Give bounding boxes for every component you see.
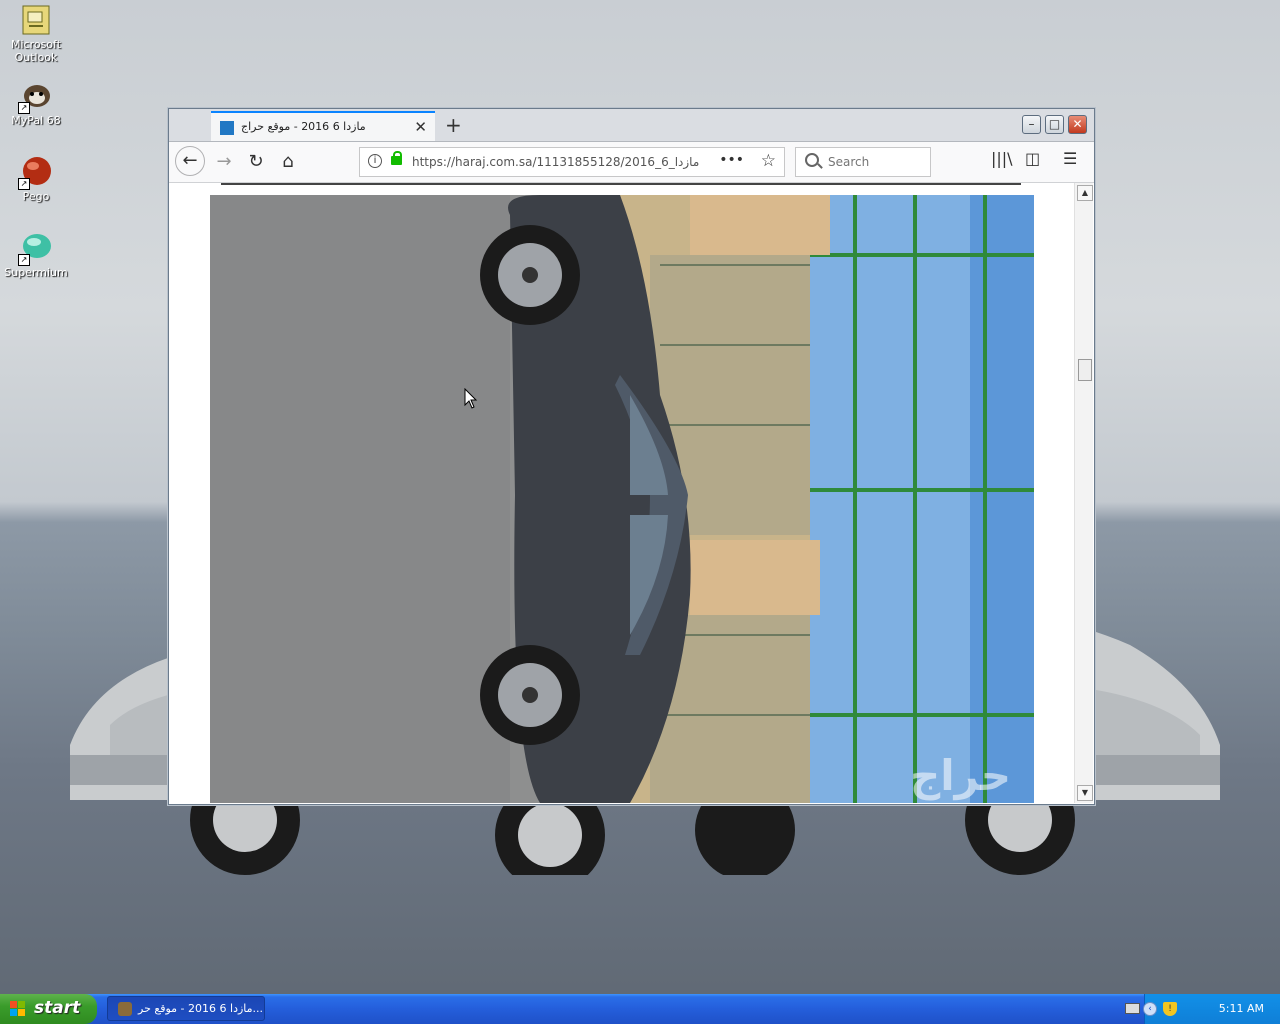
scroll-down-arrow-icon[interactable]: ▼ [1077,785,1093,801]
menu-icon[interactable]: ☰ [1063,149,1077,168]
desktop-icon-label: Microsoft Outlook [10,38,62,64]
desktop-icon-outlook[interactable]: Microsoft Outlook [0,4,72,64]
tab-title: مازدا 6 2016 - موقع حراج [241,120,366,133]
mouse-cursor-icon [464,388,478,409]
bookmark-star-icon[interactable]: ☆ [761,151,776,171]
supermium-icon: ↗ [18,232,52,266]
vertical-scrollbar[interactable]: ▲ ▼ [1074,183,1093,803]
taskbar-window-item[interactable]: مازدا 6 2016 - موقع حر... [107,996,265,1021]
search-input[interactable] [826,154,930,170]
desktop-icon-pego[interactable]: ↗ Pego [0,156,72,203]
show-hidden-icons-chevron-icon[interactable]: ‹ [1143,1002,1157,1016]
tab-active[interactable]: مازدا 6 2016 - موقع حراج ✕ [211,111,435,141]
browser-window: مازدا 6 2016 - موقع حراج ✕ + – □ ✕ ← → ↻… [168,108,1095,805]
desktop-icon-label: MyPal 68 [11,114,61,127]
page-content: حراج [169,183,1079,803]
new-tab-button[interactable]: + [445,113,462,137]
desktop-icon-label: Pego [22,190,50,203]
start-label: start [34,998,81,1018]
maximize-button[interactable]: □ [1045,115,1064,134]
reload-button[interactable]: ↻ [241,147,271,177]
windows-flag-icon [10,1001,25,1016]
photo-watermark: حراج [910,751,1011,801]
library-icon[interactable]: |||\ [991,149,1013,168]
url-bar[interactable]: i https://haraj.com.sa/11131855128/2016_… [359,147,785,177]
search-box[interactable] [795,147,931,177]
forward-button[interactable]: → [209,147,239,177]
sidebar-icon[interactable]: ◫ [1025,149,1040,168]
shortcut-arrow-icon: ↗ [18,178,30,190]
scroll-thumb[interactable] [1078,359,1092,381]
desktop-icon-label: Supermium [4,266,68,279]
back-button[interactable]: ← [175,146,205,176]
mypal-icon: ↗ [18,80,52,114]
outlook-icon [20,4,52,36]
url-text[interactable]: https://haraj.com.sa/11131855128/2016_6_… [412,155,699,169]
pego-icon: ↗ [18,156,52,190]
taskbar-window-label: مازدا 6 2016 - موقع حر... [138,1002,264,1015]
clock[interactable]: 5:11 AM [1219,1002,1264,1015]
tab-close-icon[interactable]: ✕ [414,118,427,136]
shortcut-arrow-icon: ↗ [18,254,30,266]
haraj-favicon-icon [220,121,234,135]
site-info-icon[interactable]: i [368,154,382,168]
keyboard-icon[interactable] [1125,1003,1140,1014]
nav-toolbar: ← → ↻ ⌂ i https://haraj.com.sa/111318551… [169,142,1094,183]
ad-photo[interactable]: حراج [210,195,1034,803]
secure-lock-icon [391,151,402,165]
page-actions-icon[interactable]: ••• [719,152,744,168]
start-button[interactable]: start [0,994,97,1024]
taskbar: start مازدا 6 2016 - موقع حر... ‹ ! 5:11… [0,994,1280,1024]
minimize-button[interactable]: – [1022,115,1041,134]
image-top-border [221,183,1021,185]
desktop-icon-supermium[interactable]: ↗ Supermium [0,232,72,279]
search-icon [805,153,819,167]
security-shield-icon[interactable]: ! [1163,1002,1177,1016]
scroll-up-arrow-icon[interactable]: ▲ [1077,185,1093,201]
desktop-icon-mypal[interactable]: ↗ MyPal 68 [0,80,72,127]
close-window-button[interactable]: ✕ [1068,115,1087,134]
shortcut-arrow-icon: ↗ [18,102,30,114]
mypal-icon [118,1002,132,1016]
system-tray: ‹ ! 5:11 AM [1125,994,1280,1024]
home-button[interactable]: ⌂ [273,147,303,177]
tab-bar: مازدا 6 2016 - موقع حراج ✕ + – □ ✕ [169,109,1094,142]
